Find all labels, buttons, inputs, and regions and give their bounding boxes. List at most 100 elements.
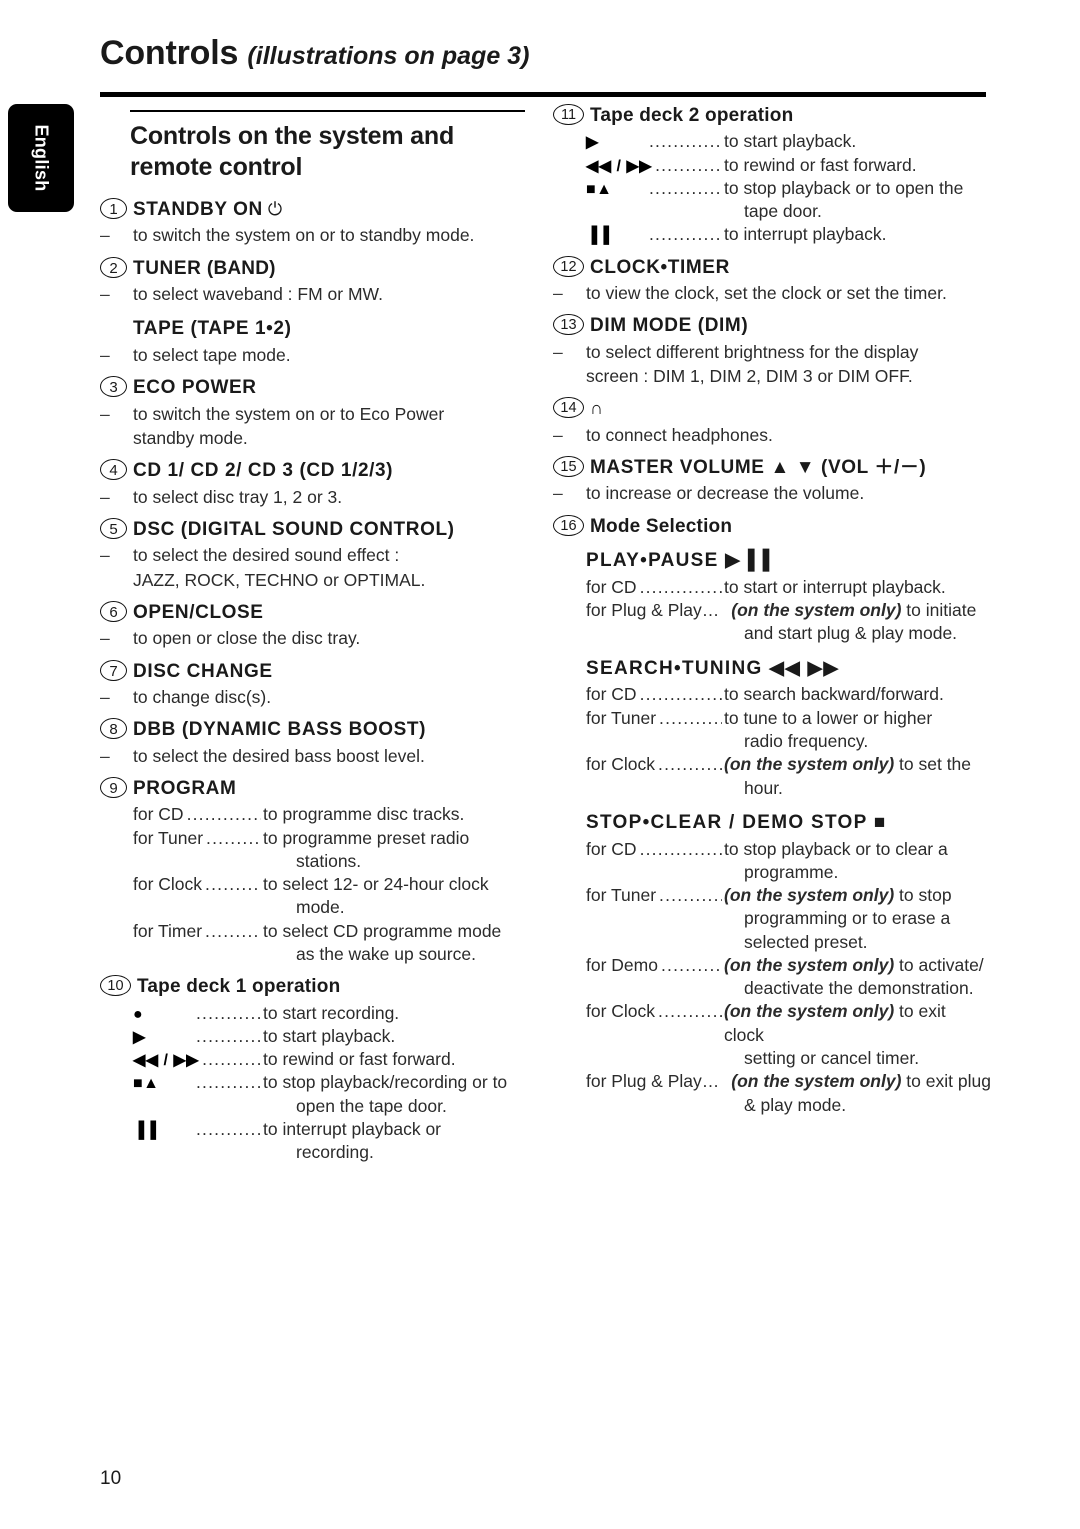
- description-line: – to select the desired bass boost level.: [100, 745, 520, 768]
- entry-number: 9: [100, 776, 127, 798]
- description-continuation: screen : DIM 1, DIM 2, DIM 3 or DIM OFF.: [586, 366, 913, 387]
- entry-heading-text: Mode Selection: [590, 515, 733, 537]
- stop-eject-icon: ■▲: [133, 1075, 160, 1093]
- leader-label: for Plug & Play…: [586, 600, 720, 621]
- leader-row: for Clock...............................…: [586, 1000, 986, 1047]
- rewind-fastforward-icon: ◀◀ / ▶▶: [586, 157, 653, 175]
- symbol-description: to start recording.: [263, 1002, 400, 1023]
- leader-dots: ........................................: [196, 1025, 261, 1046]
- entry-number: 5: [100, 518, 127, 540]
- leader-continuation: stations.: [296, 850, 362, 871]
- entry-heading-text: DSC (DIGITAL SOUND CONTROL): [133, 519, 455, 541]
- entry-heading: 14 ∩: [553, 397, 986, 420]
- dash-marker: –: [100, 486, 110, 507]
- symbol-row: ▐▐......................................…: [586, 223, 986, 246]
- leader-row: for Plug & Play… (on the system only) to …: [586, 1070, 991, 1093]
- control-entry: 3 ECO POWER – to switch the system on or to…: [100, 376, 520, 450]
- page-number: 10: [100, 1468, 122, 1489]
- entry-heading: 12 CLOCK•TIMER: [553, 255, 986, 279]
- leader-description: to start or interrupt playback.: [724, 576, 946, 597]
- leader-row: for Demo................................…: [586, 954, 986, 977]
- description-text: to select the desired sound effect :: [133, 545, 400, 566]
- entry-number: 4: [100, 459, 127, 481]
- description-text: to select waveband : FM or MW.: [133, 284, 383, 305]
- entry-number: 14: [553, 397, 584, 419]
- entry-heading-text: Tape deck 1 operation: [137, 976, 341, 998]
- dash-marker: –: [553, 283, 563, 304]
- language-tab: English: [8, 104, 74, 212]
- control-entry: 8 DBB (DYNAMIC BASS BOOST) – to select the …: [100, 718, 520, 768]
- leader-continuation: hour.: [744, 777, 783, 798]
- language-tab-label: English: [31, 124, 52, 192]
- power-standby-icon: ⏻: [262, 199, 283, 219]
- description-text: to connect headphones.: [586, 424, 773, 445]
- symbol-row: ▶.......................................…: [133, 1025, 520, 1048]
- leader-label: for Tuner: [586, 707, 657, 728]
- symbol-row: ▶.......................................…: [586, 130, 986, 153]
- description-text: to switch the system on or to Eco Power: [133, 403, 445, 424]
- leader-dots: ........................................: [660, 954, 722, 975]
- description-line: – to select different brightness for the …: [553, 341, 986, 364]
- dash-marker: –: [100, 628, 110, 649]
- leader-label: for CD: [586, 576, 637, 597]
- leader-description: to stop playback or to clear a: [724, 838, 948, 859]
- leader-row: for Clock...............................…: [586, 753, 986, 776]
- headphones-icon: ∩: [590, 398, 603, 419]
- description-text: to open or close the disc tray.: [133, 628, 361, 649]
- mode-sub-heading: STOP•CLEAR / DEMO STOP ■: [586, 811, 887, 833]
- control-entry: 14 ∩ – to connect headphones.: [553, 397, 986, 447]
- record-icon: ●: [133, 1005, 144, 1023]
- dash-marker: –: [100, 687, 110, 708]
- description-text: to select tape mode.: [133, 345, 291, 366]
- leader-description: (on the system only) to initiate: [731, 600, 977, 621]
- leader-label: for CD: [586, 684, 637, 705]
- leader-label: for Clock: [133, 874, 203, 895]
- entry-heading-paren: (BAND): [201, 257, 276, 279]
- leader-dots: ........................................: [205, 874, 261, 895]
- right-entry-list: 11 Tape deck 2 operation ▶................…: [553, 104, 991, 1117]
- leader-dots: ........................................: [202, 1049, 261, 1070]
- leader-label: for CD: [586, 838, 637, 859]
- mode-sub-heading: SEARCH•TUNING ◀◀ ▶▶: [586, 657, 840, 679]
- play-icon: ▶: [586, 134, 599, 152]
- symbol-description: to rewind or fast forward.: [263, 1049, 456, 1070]
- control-entry: 1 STANDBY ON ⏻ – to switch the system on or…: [100, 198, 520, 248]
- entry-heading: 8 DBB (DYNAMIC BASS BOOST): [100, 718, 520, 741]
- symbol-description: to rewind or fast forward.: [724, 154, 917, 175]
- leader-dots: ........................................: [649, 131, 722, 152]
- leader-row: for Tuner...............................…: [586, 707, 986, 730]
- stop-eject-icon: ■▲: [586, 180, 613, 198]
- pause-icon: ▐▐: [586, 227, 610, 245]
- page-title-main: Controls: [100, 34, 239, 72]
- control-entry: 4 CD 1/ CD 2/ CD 3 (CD 1/2/3) – to select d…: [100, 459, 520, 509]
- leader-dots: ........................................: [658, 1001, 722, 1022]
- symbol-description: to start playback.: [263, 1025, 396, 1046]
- rewind-fastforward-icon: ◀◀ / ▶▶: [133, 1052, 200, 1070]
- leader-description: to search backward/forward.: [724, 684, 944, 705]
- page-title-sub: (illustrations on page 3): [247, 42, 530, 70]
- play-icon: ▶: [133, 1028, 146, 1046]
- leader-description: (on the system only) to set the: [724, 754, 972, 775]
- leader-description: to programme preset radio: [263, 827, 470, 848]
- entry-sub-heading: TAPE (TAPE 1•2): [133, 318, 292, 340]
- symbol-continuation: recording.: [296, 1142, 374, 1163]
- symbol-continuation: tape door.: [744, 201, 822, 222]
- leader-dots: ........................................: [639, 838, 722, 859]
- leader-dots: ........................................: [649, 224, 722, 245]
- leader-dots: ........................................: [196, 1002, 261, 1023]
- description-text: to select the desired bass boost level.: [133, 745, 425, 766]
- entry-number: 16: [553, 514, 584, 536]
- symbol-description: to stop playback or to open the: [724, 177, 964, 198]
- control-entry: 12 CLOCK•TIMER – to view the clock, set the…: [553, 255, 986, 306]
- left-column: Controls on the system and remote contro…: [100, 104, 525, 1174]
- pause-icon: ▐▐: [133, 1121, 157, 1139]
- entry-heading-text: MASTER VOLUME ▲ ▼ (VOL ＋/－): [590, 457, 927, 479]
- leader-continuation: programming or to erase a: [744, 908, 951, 929]
- leader-label: for Tuner: [133, 827, 204, 848]
- leader-dots: ........................................: [206, 827, 261, 848]
- left-entry-list: 1 STANDBY ON ⏻ – to switch the system on or…: [100, 198, 520, 1165]
- entry-number: 12: [553, 255, 584, 277]
- emphasis-text: (on the system only): [731, 1071, 902, 1092]
- leader-dots: ........................................: [659, 707, 722, 728]
- symbol-row: ◀◀ / ▶▶.................................…: [586, 154, 986, 177]
